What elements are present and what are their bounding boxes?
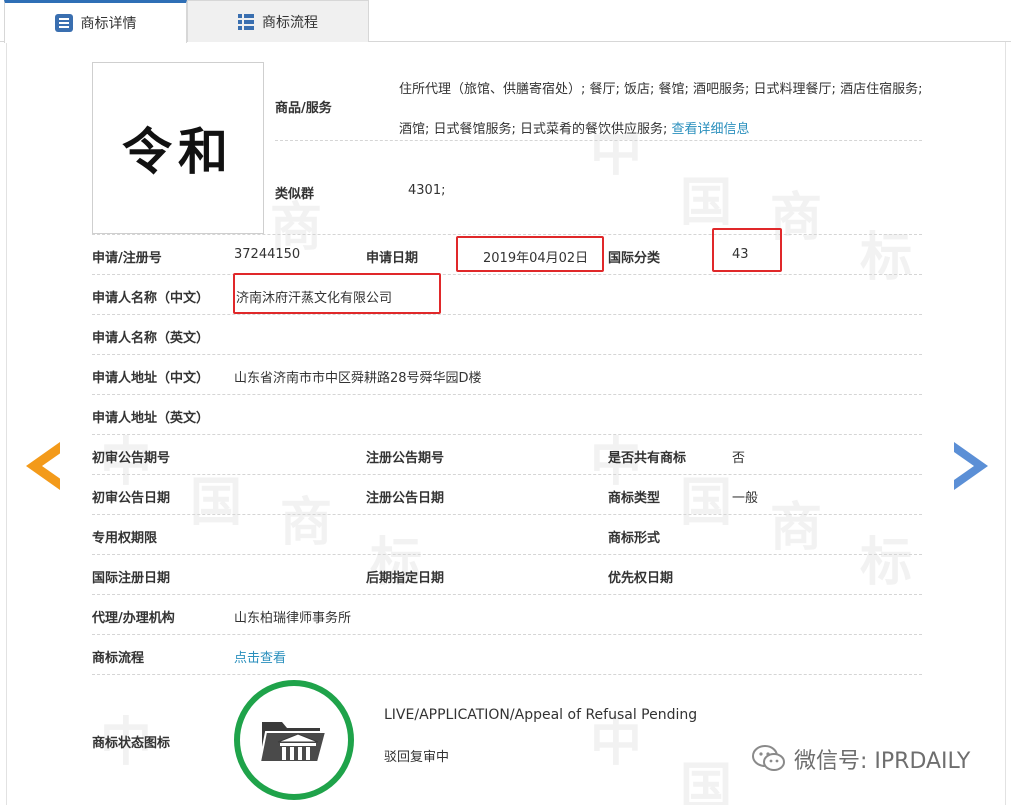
similar-group-value: 4301; [408, 183, 446, 198]
divider [92, 394, 922, 395]
mark-type-value: 一般 [732, 491, 759, 506]
trademark-image-text: 令和 [122, 122, 234, 181]
reg-pub-no-label: 注册公告期号 [366, 451, 445, 466]
divider [92, 274, 922, 275]
prelim-pub-no-label: 初审公告期号 [92, 451, 171, 466]
previous-arrow-inner [42, 452, 62, 480]
process-label: 商标流程 [92, 651, 145, 666]
wechat-icon [752, 745, 785, 771]
later-designation-label: 后期指定日期 [366, 571, 445, 586]
highlight-box [712, 228, 782, 272]
view-details-link[interactable]: 查看详细信息 [672, 122, 750, 137]
tab-label: 商标详情 [80, 16, 137, 32]
folder-court-icon [258, 722, 328, 769]
goods-services-label: 商品/服务 [275, 101, 332, 116]
grid-icon [238, 13, 254, 30]
divider [92, 594, 922, 595]
shared-value: 否 [732, 451, 746, 466]
status-badge [234, 680, 354, 800]
agent-label: 代理/办理机构 [92, 611, 175, 626]
status-en: LIVE/APPLICATION/Appeal of Refusal Pendi… [384, 707, 698, 723]
divider [92, 554, 922, 555]
divider [92, 354, 922, 355]
applicant-en-label: 申请人名称（英文） [92, 331, 210, 346]
applicant-cn-label: 申请人名称（中文） [92, 291, 210, 306]
divider [92, 514, 922, 515]
trademark-image: 令和 [92, 62, 264, 234]
priority-date-label: 优先权日期 [608, 571, 674, 586]
reg-pub-date-label: 注册公告日期 [366, 491, 445, 506]
intl-class-label: 国际分类 [608, 251, 661, 266]
mark-type-label: 商标类型 [608, 491, 661, 506]
reg-no-value: 37244150 [234, 247, 301, 262]
divider [92, 674, 922, 675]
mark-form-label: 商标形式 [608, 531, 661, 546]
list-icon [54, 14, 73, 32]
prelim-pub-date-label: 初审公告日期 [92, 491, 171, 506]
tab-trademark-process[interactable]: 商标流程 [187, 0, 369, 42]
divider [275, 140, 922, 141]
status-icon-label: 商标状态图标 [92, 736, 171, 751]
next-arrow-inner [954, 452, 974, 480]
goods-services-value: 住所代理（旅馆、供膳寄宿处）; 餐厅; 饭店; 餐馆; 酒吧服务; 日式料理餐厅… [399, 70, 924, 150]
status-cn: 驳回复审中 [384, 750, 450, 765]
process-link[interactable]: 点击查看 [234, 647, 286, 666]
highlight-box [456, 236, 604, 272]
similar-group-label: 类似群 [275, 187, 315, 202]
address-en-label: 申请人地址（英文） [92, 411, 210, 426]
tab-trademark-details[interactable]: 商标详情 [4, 0, 187, 43]
goods-services-text: 住所代理（旅馆、供膳寄宿处）; 餐厅; 饭店; 餐馆; 酒吧服务; 日式料理餐厅… [399, 82, 923, 137]
address-cn-value: 山东省济南市市中区舜耕路28号舜华园D楼 [234, 371, 482, 386]
wechat-id-text: 微信号: IPRDAILY [794, 749, 971, 774]
intl-reg-date-label: 国际注册日期 [92, 571, 171, 586]
address-cn-label: 申请人地址（中文） [92, 371, 210, 386]
tab-bar: 商标详情 商标流程 [0, 0, 1011, 43]
divider [92, 234, 922, 235]
divider [92, 634, 922, 635]
highlight-box [233, 273, 441, 314]
divider [92, 314, 922, 315]
apply-date-label: 申请日期 [366, 251, 419, 266]
tab-label: 商标流程 [262, 14, 318, 31]
agent-value: 山东柏瑞律师事务所 [234, 611, 352, 626]
wechat-watermark: 微信号: IPRDAILY [752, 743, 970, 775]
divider [92, 434, 922, 435]
divider [92, 474, 922, 475]
reg-no-label: 申请/注册号 [92, 251, 162, 266]
shared-label: 是否共有商标 [608, 451, 687, 466]
exclusive-period-label: 专用权期限 [92, 531, 158, 546]
